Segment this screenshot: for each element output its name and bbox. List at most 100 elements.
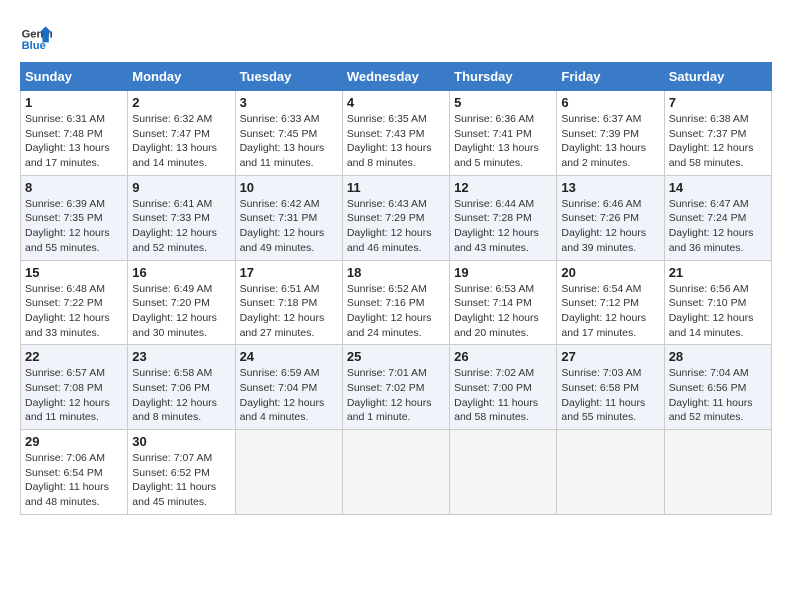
day-info: Sunrise: 6:47 AMSunset: 7:24 PMDaylight:…	[669, 198, 754, 254]
day-info: Sunrise: 6:48 AMSunset: 7:22 PMDaylight:…	[25, 283, 110, 339]
day-info: Sunrise: 7:02 AMSunset: 7:00 PMDaylight:…	[454, 367, 538, 423]
day-number: 30	[132, 434, 230, 449]
day-number: 12	[454, 180, 552, 195]
column-header-saturday: Saturday	[664, 63, 771, 91]
page-header: General Blue	[20, 20, 772, 52]
column-header-sunday: Sunday	[21, 63, 128, 91]
logo: General Blue	[20, 20, 52, 52]
day-info: Sunrise: 6:32 AMSunset: 7:47 PMDaylight:…	[132, 113, 217, 169]
calendar-cell: 12 Sunrise: 6:44 AMSunset: 7:28 PMDaylig…	[450, 175, 557, 260]
calendar-cell: 21 Sunrise: 6:56 AMSunset: 7:10 PMDaylig…	[664, 260, 771, 345]
day-number: 28	[669, 349, 767, 364]
calendar-cell: 29 Sunrise: 7:06 AMSunset: 6:54 PMDaylig…	[21, 430, 128, 515]
day-number: 17	[240, 265, 338, 280]
column-header-thursday: Thursday	[450, 63, 557, 91]
day-info: Sunrise: 6:43 AMSunset: 7:29 PMDaylight:…	[347, 198, 432, 254]
calendar-cell: 14 Sunrise: 6:47 AMSunset: 7:24 PMDaylig…	[664, 175, 771, 260]
day-info: Sunrise: 6:35 AMSunset: 7:43 PMDaylight:…	[347, 113, 432, 169]
day-number: 3	[240, 95, 338, 110]
calendar-cell: 7 Sunrise: 6:38 AMSunset: 7:37 PMDayligh…	[664, 91, 771, 176]
day-info: Sunrise: 6:31 AMSunset: 7:48 PMDaylight:…	[25, 113, 110, 169]
day-number: 25	[347, 349, 445, 364]
calendar-cell: 28 Sunrise: 7:04 AMSunset: 6:56 PMDaylig…	[664, 345, 771, 430]
calendar-cell: 1 Sunrise: 6:31 AMSunset: 7:48 PMDayligh…	[21, 91, 128, 176]
calendar-cell: 15 Sunrise: 6:48 AMSunset: 7:22 PMDaylig…	[21, 260, 128, 345]
column-header-friday: Friday	[557, 63, 664, 91]
day-info: Sunrise: 6:53 AMSunset: 7:14 PMDaylight:…	[454, 283, 539, 339]
day-number: 16	[132, 265, 230, 280]
day-info: Sunrise: 6:59 AMSunset: 7:04 PMDaylight:…	[240, 367, 325, 423]
calendar-cell: 13 Sunrise: 6:46 AMSunset: 7:26 PMDaylig…	[557, 175, 664, 260]
day-number: 1	[25, 95, 123, 110]
day-number: 15	[25, 265, 123, 280]
day-number: 5	[454, 95, 552, 110]
day-number: 22	[25, 349, 123, 364]
calendar-cell: 8 Sunrise: 6:39 AMSunset: 7:35 PMDayligh…	[21, 175, 128, 260]
calendar-cell: 26 Sunrise: 7:02 AMSunset: 7:00 PMDaylig…	[450, 345, 557, 430]
calendar-cell: 5 Sunrise: 6:36 AMSunset: 7:41 PMDayligh…	[450, 91, 557, 176]
calendar-cell: 6 Sunrise: 6:37 AMSunset: 7:39 PMDayligh…	[557, 91, 664, 176]
day-info: Sunrise: 6:46 AMSunset: 7:26 PMDaylight:…	[561, 198, 646, 254]
day-info: Sunrise: 7:07 AMSunset: 6:52 PMDaylight:…	[132, 452, 216, 508]
day-number: 24	[240, 349, 338, 364]
calendar-cell: 30 Sunrise: 7:07 AMSunset: 6:52 PMDaylig…	[128, 430, 235, 515]
day-info: Sunrise: 6:52 AMSunset: 7:16 PMDaylight:…	[347, 283, 432, 339]
calendar-cell: 10 Sunrise: 6:42 AMSunset: 7:31 PMDaylig…	[235, 175, 342, 260]
day-info: Sunrise: 6:54 AMSunset: 7:12 PMDaylight:…	[561, 283, 646, 339]
day-info: Sunrise: 6:58 AMSunset: 7:06 PMDaylight:…	[132, 367, 217, 423]
day-info: Sunrise: 6:51 AMSunset: 7:18 PMDaylight:…	[240, 283, 325, 339]
calendar-cell: 16 Sunrise: 6:49 AMSunset: 7:20 PMDaylig…	[128, 260, 235, 345]
day-number: 21	[669, 265, 767, 280]
day-number: 26	[454, 349, 552, 364]
day-info: Sunrise: 6:39 AMSunset: 7:35 PMDaylight:…	[25, 198, 110, 254]
day-info: Sunrise: 7:06 AMSunset: 6:54 PMDaylight:…	[25, 452, 109, 508]
calendar-cell: 20 Sunrise: 6:54 AMSunset: 7:12 PMDaylig…	[557, 260, 664, 345]
day-number: 11	[347, 180, 445, 195]
day-number: 2	[132, 95, 230, 110]
day-info: Sunrise: 6:36 AMSunset: 7:41 PMDaylight:…	[454, 113, 539, 169]
day-info: Sunrise: 6:44 AMSunset: 7:28 PMDaylight:…	[454, 198, 539, 254]
calendar-cell: 17 Sunrise: 6:51 AMSunset: 7:18 PMDaylig…	[235, 260, 342, 345]
calendar-cell	[450, 430, 557, 515]
calendar-cell: 22 Sunrise: 6:57 AMSunset: 7:08 PMDaylig…	[21, 345, 128, 430]
day-number: 20	[561, 265, 659, 280]
svg-text:Blue: Blue	[22, 40, 46, 52]
calendar-cell	[235, 430, 342, 515]
column-header-monday: Monday	[128, 63, 235, 91]
calendar-cell	[664, 430, 771, 515]
calendar-cell	[342, 430, 449, 515]
day-info: Sunrise: 7:01 AMSunset: 7:02 PMDaylight:…	[347, 367, 432, 423]
calendar-cell: 23 Sunrise: 6:58 AMSunset: 7:06 PMDaylig…	[128, 345, 235, 430]
calendar-cell: 9 Sunrise: 6:41 AMSunset: 7:33 PMDayligh…	[128, 175, 235, 260]
day-number: 7	[669, 95, 767, 110]
calendar-cell: 11 Sunrise: 6:43 AMSunset: 7:29 PMDaylig…	[342, 175, 449, 260]
column-header-tuesday: Tuesday	[235, 63, 342, 91]
column-header-wednesday: Wednesday	[342, 63, 449, 91]
day-info: Sunrise: 6:41 AMSunset: 7:33 PMDaylight:…	[132, 198, 217, 254]
day-number: 4	[347, 95, 445, 110]
calendar-cell: 24 Sunrise: 6:59 AMSunset: 7:04 PMDaylig…	[235, 345, 342, 430]
calendar-cell: 4 Sunrise: 6:35 AMSunset: 7:43 PMDayligh…	[342, 91, 449, 176]
day-info: Sunrise: 6:42 AMSunset: 7:31 PMDaylight:…	[240, 198, 325, 254]
day-info: Sunrise: 6:49 AMSunset: 7:20 PMDaylight:…	[132, 283, 217, 339]
day-number: 29	[25, 434, 123, 449]
day-number: 13	[561, 180, 659, 195]
calendar-cell: 27 Sunrise: 7:03 AMSunset: 6:58 PMDaylig…	[557, 345, 664, 430]
calendar-cell: 2 Sunrise: 6:32 AMSunset: 7:47 PMDayligh…	[128, 91, 235, 176]
day-number: 6	[561, 95, 659, 110]
day-info: Sunrise: 7:04 AMSunset: 6:56 PMDaylight:…	[669, 367, 753, 423]
calendar-cell: 25 Sunrise: 7:01 AMSunset: 7:02 PMDaylig…	[342, 345, 449, 430]
day-number: 23	[132, 349, 230, 364]
day-info: Sunrise: 6:57 AMSunset: 7:08 PMDaylight:…	[25, 367, 110, 423]
day-info: Sunrise: 6:56 AMSunset: 7:10 PMDaylight:…	[669, 283, 754, 339]
day-number: 9	[132, 180, 230, 195]
day-info: Sunrise: 6:33 AMSunset: 7:45 PMDaylight:…	[240, 113, 325, 169]
day-info: Sunrise: 6:37 AMSunset: 7:39 PMDaylight:…	[561, 113, 646, 169]
calendar-table: SundayMondayTuesdayWednesdayThursdayFrid…	[20, 62, 772, 515]
calendar-cell: 3 Sunrise: 6:33 AMSunset: 7:45 PMDayligh…	[235, 91, 342, 176]
day-number: 27	[561, 349, 659, 364]
logo-icon: General Blue	[20, 20, 52, 52]
calendar-cell: 18 Sunrise: 6:52 AMSunset: 7:16 PMDaylig…	[342, 260, 449, 345]
day-info: Sunrise: 6:38 AMSunset: 7:37 PMDaylight:…	[669, 113, 754, 169]
calendar-cell	[557, 430, 664, 515]
